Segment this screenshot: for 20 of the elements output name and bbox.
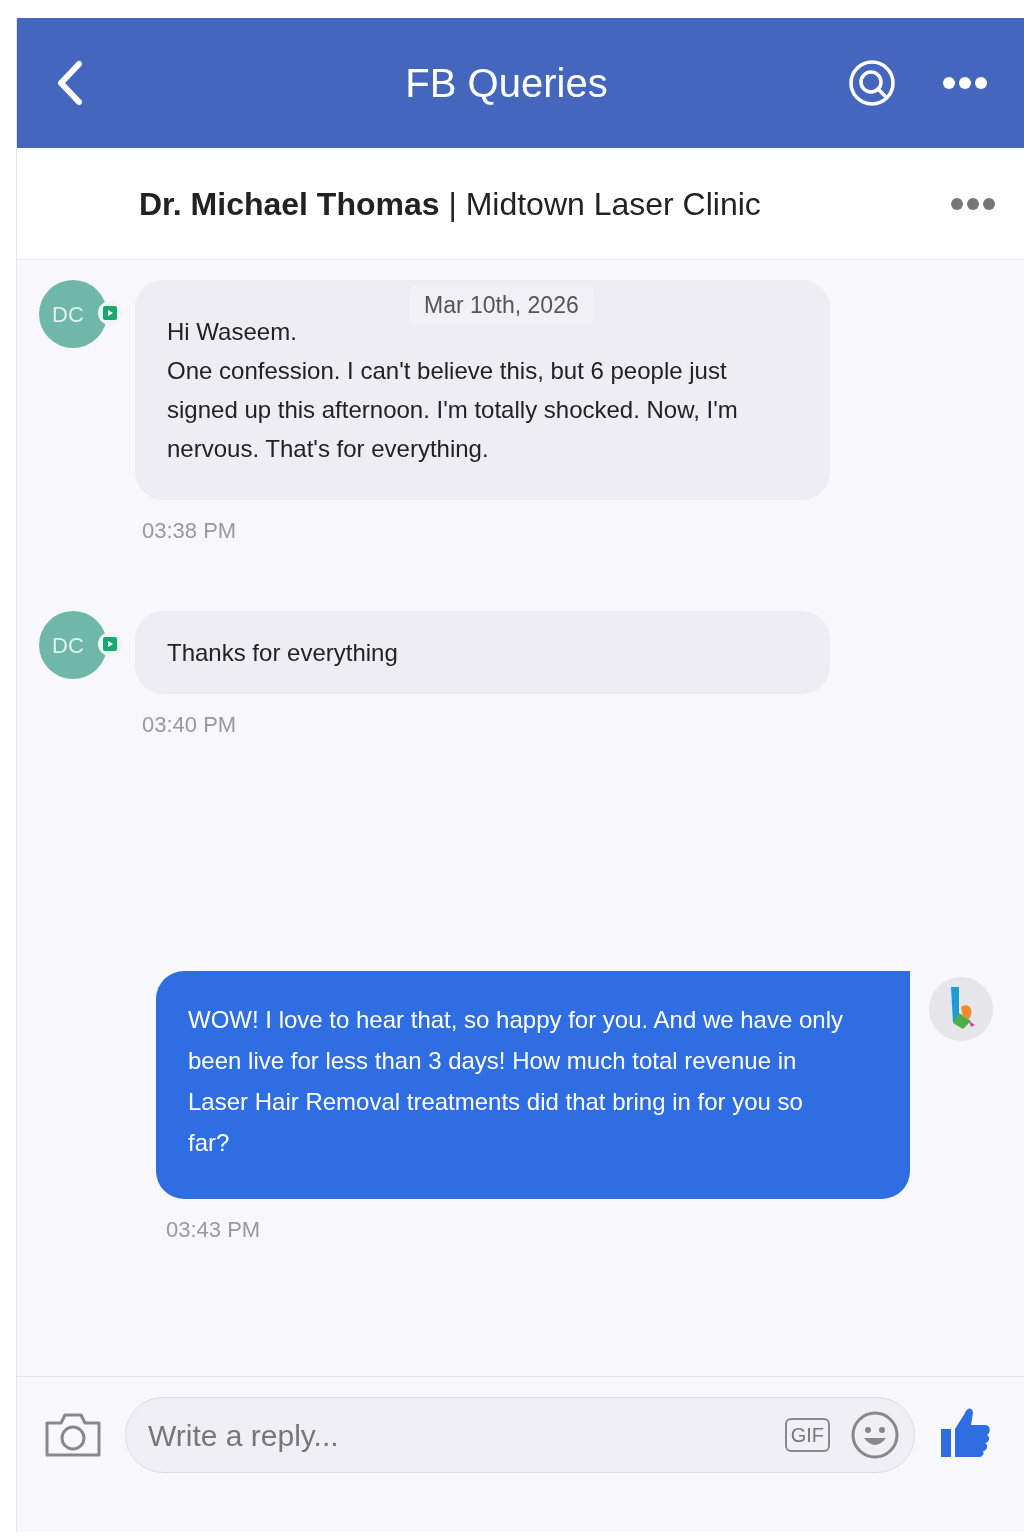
message-text: Thanks for everything (167, 638, 399, 668)
more-icon[interactable] (950, 196, 996, 211)
brand-logo-icon (929, 977, 993, 1041)
avatar: DC (39, 611, 107, 679)
search-icon[interactable] (848, 59, 896, 107)
message-time: 03:40 PM (142, 711, 237, 739)
gif-button[interactable]: GIF (784, 1418, 830, 1452)
reply-field[interactable]: Write a reply... GIF (125, 1397, 915, 1473)
more-icon[interactable] (942, 76, 988, 90)
message-text: WOW! I love to hear that, so happy for you. And we have only been live for less than 3 days! How much total revenue in Laser Hair Removal treatments did that bring in for you so far? (188, 1005, 844, 1158)
reply-input[interactable]: Write a reply... (148, 1412, 785, 1458)
contact-title: Dr. Michael Thomas | Midtown Laser Clinic (139, 184, 762, 224)
avatar: DC (39, 280, 107, 348)
channel-badge-icon (97, 631, 123, 657)
message-time: 03:38 PM (142, 517, 237, 545)
header-title: FB Queries (404, 60, 609, 107)
camera-icon[interactable] (43, 1411, 103, 1459)
emoji-icon[interactable] (850, 1410, 900, 1460)
message-time: 03:43 PM (166, 1216, 261, 1244)
channel-badge-icon (97, 300, 123, 326)
